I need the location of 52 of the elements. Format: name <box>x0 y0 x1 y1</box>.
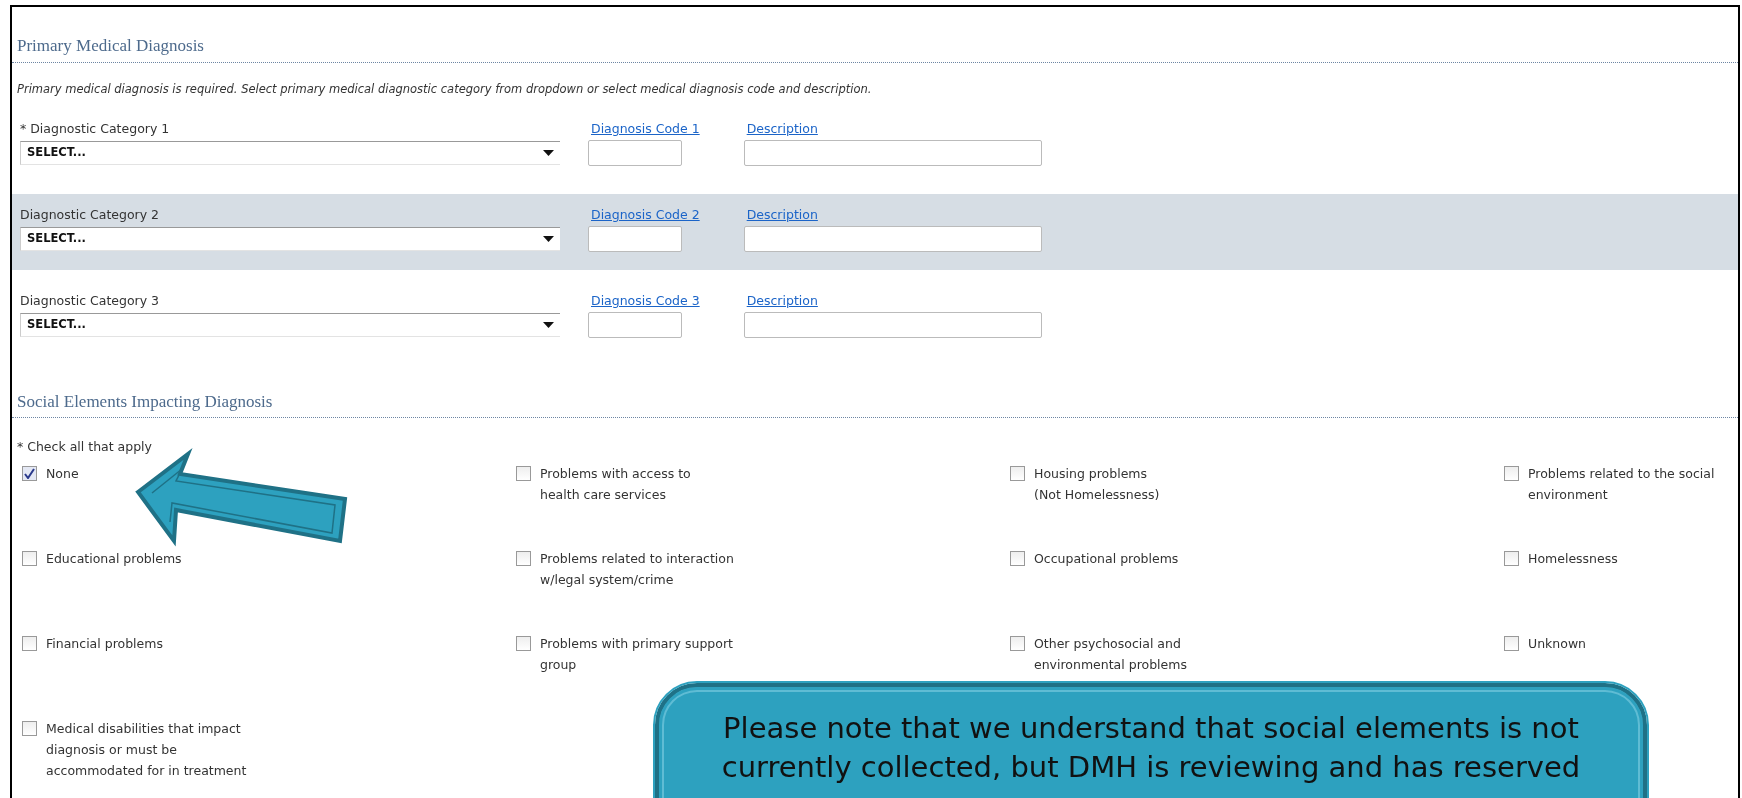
checkbox-label: Problems related to interaction w/legal system/crime <box>540 550 734 589</box>
checkbox-label: Problems related to the social environment <box>1528 465 1715 504</box>
checkbox-label: Other psychosocial and environmental problems <box>1034 635 1187 674</box>
checkbox[interactable] <box>22 721 37 736</box>
checkbox[interactable] <box>516 551 531 566</box>
section-heading: Social Elements Impacting Diagnosis <box>12 365 1738 419</box>
code-link[interactable]: Diagnosis Code 3 <box>591 291 700 311</box>
checkbox-label: Occupational problems <box>1034 550 1179 568</box>
caret-icon <box>543 321 554 328</box>
checkbox[interactable] <box>1504 466 1519 481</box>
category-dropdown[interactable]: SELECT... <box>20 226 560 251</box>
category-dropdown[interactable]: SELECT... <box>20 140 560 165</box>
code-link[interactable]: Diagnosis Code 1 <box>591 119 700 139</box>
checkbox[interactable] <box>516 636 531 651</box>
checkbox-label: Unknown <box>1528 635 1587 653</box>
description-input[interactable] <box>743 225 1042 252</box>
description-input[interactable] <box>743 311 1042 338</box>
checkbox-label: Financial problems <box>46 635 163 653</box>
checkbox-label: Problems with primary support group <box>540 635 733 674</box>
caret-icon <box>543 235 554 242</box>
instruction-text: Primary medical diagnosis is required. Select primary medical diagnostic category from dropdown or select medical diagnosis code and description. <box>16 80 873 98</box>
checkbox[interactable] <box>1010 636 1025 651</box>
checkbox-label: None <box>46 465 79 483</box>
checkbox[interactable] <box>22 551 37 566</box>
section-heading: Primary Medical Diagnosis <box>12 7 1738 63</box>
checkbox-label: Homelessness <box>1528 550 1618 568</box>
code-input[interactable] <box>588 225 682 252</box>
checkbox-label: Educational problems <box>46 550 182 568</box>
description-input[interactable] <box>743 139 1042 166</box>
description-link[interactable]: Description <box>746 291 818 311</box>
checkbox[interactable] <box>22 466 37 481</box>
checkbox[interactable] <box>1010 466 1025 481</box>
checkbox[interactable] <box>1504 636 1519 651</box>
checkbox[interactable] <box>516 466 531 481</box>
code-input[interactable] <box>588 139 682 166</box>
description-link[interactable]: Description <box>746 119 818 139</box>
field-label: Diagnostic Category 3 <box>20 291 161 310</box>
checkbox[interactable] <box>1504 551 1519 566</box>
code-link[interactable]: Diagnosis Code 2 <box>591 205 700 225</box>
checkbox-label: Medical disabilities that impact diagnosis or must be accommodated for in treatment <box>46 720 247 780</box>
category-dropdown[interactable]: SELECT... <box>20 312 560 337</box>
code-input[interactable] <box>588 311 682 338</box>
field-label: * Diagnostic Category 1 <box>20 119 171 138</box>
callout-text: Please note that we understand that social elements is not currently collected, but DMH is reviewing and has reserved <box>655 683 1647 798</box>
hint-text: * Check all that apply <box>16 438 153 457</box>
checkbox[interactable] <box>22 636 37 651</box>
caret-icon <box>543 149 554 156</box>
field-label: Diagnostic Category 2 <box>20 205 161 224</box>
description-link[interactable]: Description <box>746 205 818 225</box>
checkbox-label: Problems with access to health care services <box>540 465 691 504</box>
checkbox-label: Housing problems (Not Homelessness) <box>1034 465 1160 504</box>
checkbox[interactable] <box>1010 551 1025 566</box>
